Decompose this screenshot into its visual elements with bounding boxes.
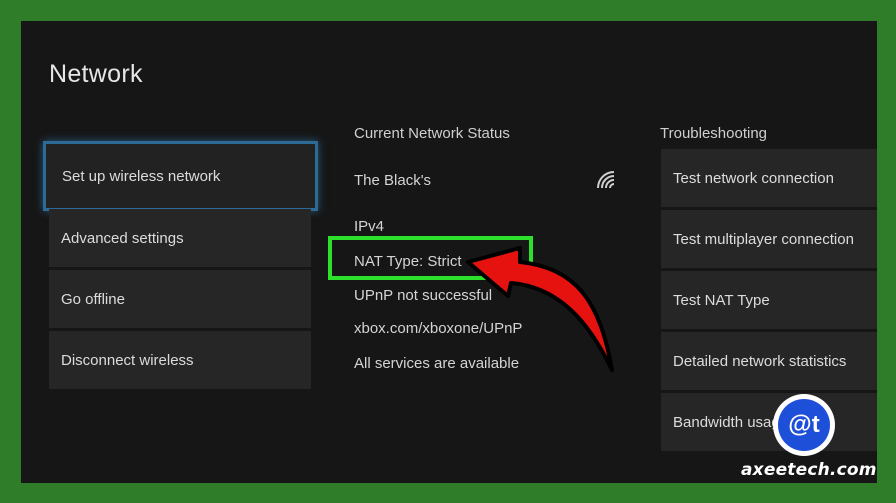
setup-wireless-label: Set up wireless network: [62, 167, 221, 185]
nat-highlight-box: [328, 236, 533, 280]
test-multiplayer-connection-label: Test multiplayer connection: [673, 230, 854, 248]
bandwidth-usage-button[interactable]: Bandwidth usage: [661, 393, 877, 451]
network-name: The Black's: [354, 172, 432, 189]
status-heading: Current Network Status: [354, 125, 510, 142]
bandwidth-usage-label: Bandwidth usage: [673, 413, 789, 431]
logo-text: @t: [778, 399, 830, 451]
go-offline-button[interactable]: Go offline: [49, 270, 311, 328]
network-screen: Network Set up wireless network Advanced…: [21, 21, 877, 483]
services-status: All services are available: [354, 355, 520, 372]
axeetech-logo-icon: @t: [773, 394, 835, 456]
wifi-signal-icon: [597, 171, 615, 189]
detailed-network-statistics-button[interactable]: Detailed network statistics: [661, 332, 877, 390]
disconnect-wireless-button[interactable]: Disconnect wireless: [49, 331, 311, 389]
watermark-text: axeetech.com: [741, 460, 877, 480]
page-title: Network: [49, 60, 143, 88]
detailed-network-statistics-label: Detailed network statistics: [673, 352, 847, 370]
advanced-settings-button[interactable]: Advanced settings: [49, 209, 311, 267]
setup-wireless-button[interactable]: Set up wireless network: [43, 141, 318, 211]
upnp-status: UPnP not successful: [354, 287, 493, 304]
go-offline-label: Go offline: [61, 290, 125, 308]
ip-version: IPv4: [354, 218, 385, 235]
advanced-settings-label: Advanced settings: [61, 229, 184, 247]
disconnect-wireless-label: Disconnect wireless: [61, 351, 194, 369]
troubleshooting-heading: Troubleshooting: [660, 125, 768, 142]
test-network-connection-button[interactable]: Test network connection: [661, 149, 877, 207]
test-nat-type-button[interactable]: Test NAT Type: [661, 271, 877, 329]
test-network-connection-label: Test network connection: [673, 169, 834, 187]
upnp-link[interactable]: xbox.com/xboxone/UPnP: [354, 320, 522, 337]
test-multiplayer-connection-button[interactable]: Test multiplayer connection: [661, 210, 877, 268]
test-nat-type-label: Test NAT Type: [673, 291, 770, 309]
